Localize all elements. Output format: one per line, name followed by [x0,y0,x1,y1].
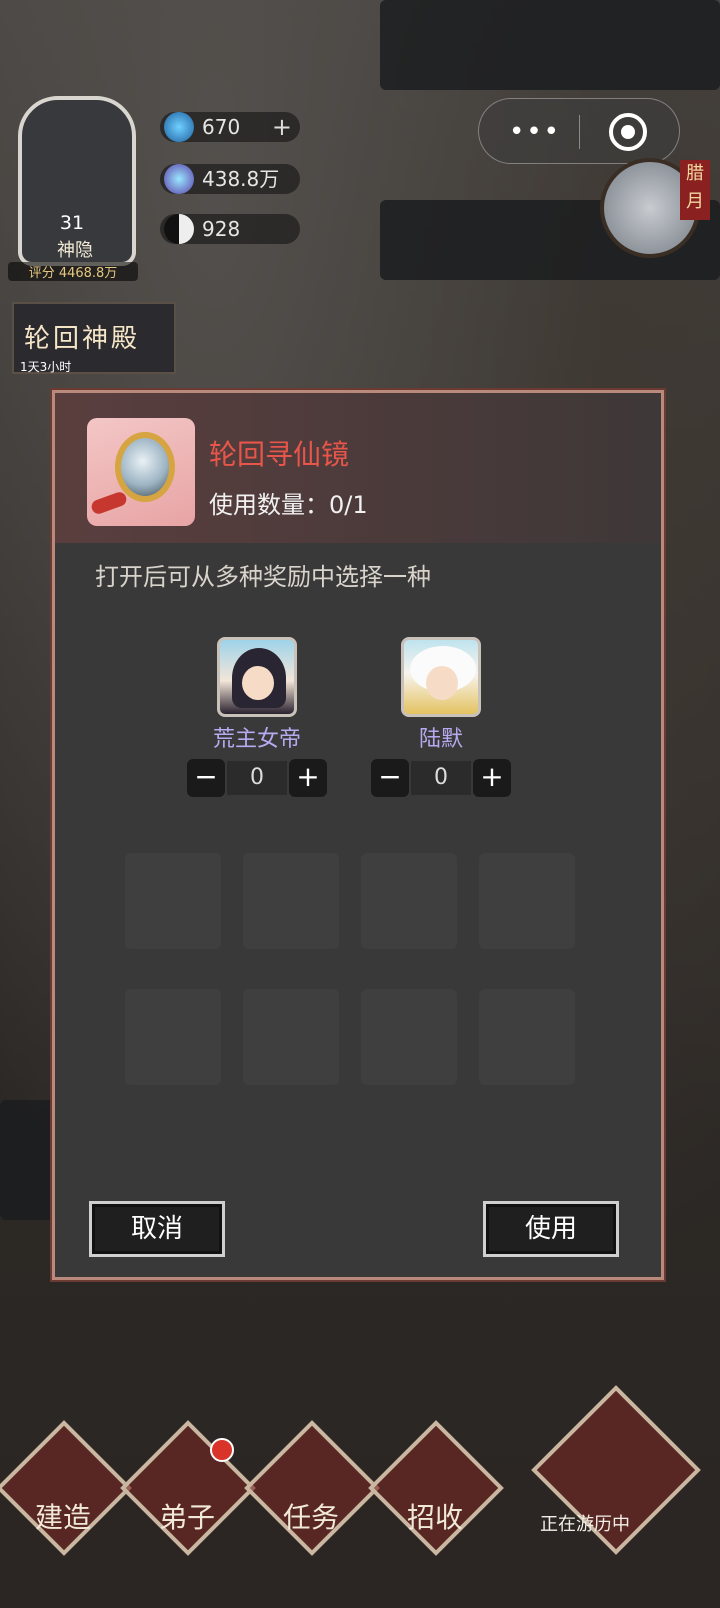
use-count: 使用数量：0/1 [209,491,368,519]
resource-yinyang[interactable]: 928 [160,214,300,244]
resource-value: 670 [202,115,241,139]
quantity-stepper: − 0 + [371,759,511,797]
reward-option: 陆默 − 0 + [371,637,511,797]
add-gem-button[interactable]: + [272,112,292,142]
resource-gem[interactable]: 670 + [160,112,300,142]
nav-recruit-label: 招收 [406,1501,463,1534]
use-item-dialog: 轮回寻仙镜 使用数量：0/1 打开后可从多种奖励中选择一种 荒主女帝 − 0 +… [52,390,664,1280]
player-level: 31 [59,212,85,234]
decrease-button[interactable]: − [187,759,225,797]
quantity-value[interactable]: 0 [411,761,471,795]
character-name: 荒主女帝 [212,727,301,752]
nav-tasks-label: 任务 [282,1501,339,1534]
item-description: 打开后可从多种奖励中选择一种 [95,563,431,591]
quantity-stepper: − 0 + [187,759,327,797]
yin-yang-icon [164,214,194,244]
reward-option: 荒主女帝 − 0 + [187,637,327,797]
item-name: 轮回寻仙镜 [209,438,350,471]
mirror-icon [115,432,175,502]
ghost-slot [361,853,457,949]
mini-program-capsule: ••• [478,98,680,164]
character-name: 陆默 [418,727,463,752]
face-shape [426,666,458,700]
resource-value: 928 [202,217,241,241]
increase-button[interactable]: + [289,759,327,797]
hall-button-title: 轮回神殿 [24,324,141,354]
ghost-slot [125,989,221,1085]
increase-button[interactable]: + [473,759,511,797]
ghost-slot [125,853,221,949]
spirit-orb-icon [164,164,194,194]
resource-value: 438.8万 [202,167,280,191]
capsule-divider [579,115,580,149]
more-icon[interactable]: ••• [509,117,561,147]
month-tag: 腊月 [680,160,710,220]
close-icon[interactable] [609,113,647,151]
reincarnation-hall-button[interactable]: 轮回神殿 1天3小时 [12,302,176,374]
gem-icon [164,112,194,142]
nav-build-label: 建造 [34,1501,91,1534]
ghost-slot [479,853,575,949]
ghost-slot [479,989,575,1085]
decrease-button[interactable]: − [371,759,409,797]
hall-button-timer: 1天3小时 [20,360,72,374]
item-icon [87,418,195,526]
notification-badge [210,1438,234,1462]
ghost-slot [243,989,339,1085]
quantity-value[interactable]: 0 [227,761,287,795]
ghost-slot [361,989,457,1085]
cancel-button[interactable]: 取消 [89,1201,225,1257]
tassel-icon [89,490,129,516]
face-shape [242,666,274,700]
ghost-slot [243,853,339,949]
travel-status: 正在游历中 [540,1514,630,1535]
nav-disciples-label: 弟子 [158,1501,215,1534]
use-button[interactable]: 使用 [483,1201,619,1257]
character-portrait[interactable] [401,637,481,717]
character-portrait[interactable] [217,637,297,717]
player-score: 评分 4468.8万 [8,262,138,281]
resource-spirit[interactable]: 438.8万 [160,164,300,194]
player-title: 神隐 [57,240,93,261]
